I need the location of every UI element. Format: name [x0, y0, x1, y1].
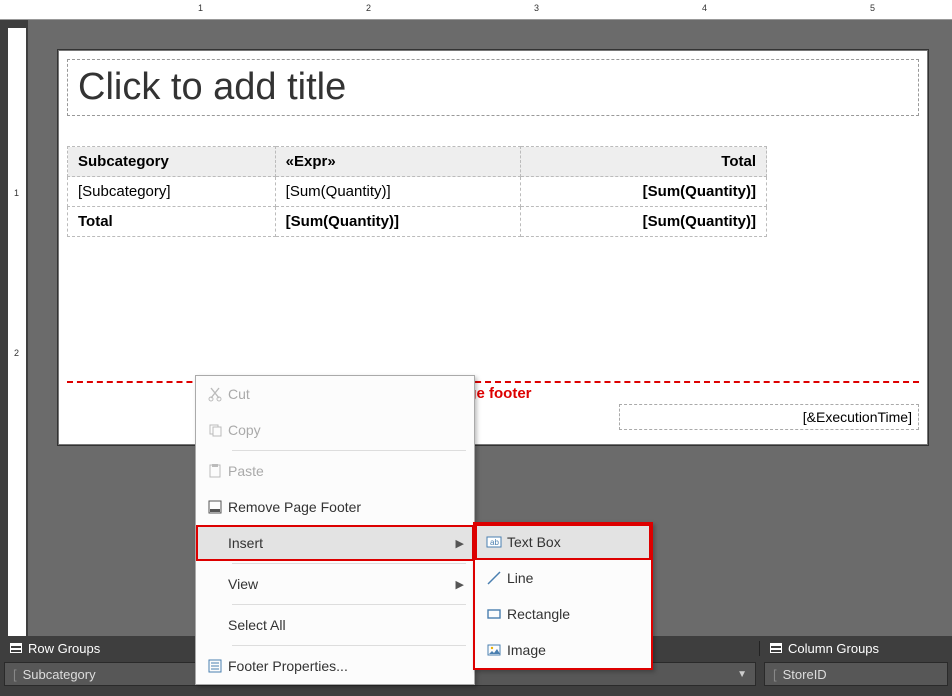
insert-submenu: ab Text Box Line Rectangle Image — [473, 522, 653, 670]
column-group-name: StoreID — [783, 667, 827, 682]
ctx-cut-label: Cut — [228, 386, 464, 402]
textbox-icon: ab — [481, 534, 507, 550]
sub-textbox[interactable]: ab Text Box — [475, 524, 651, 560]
ctx-copy[interactable]: Copy — [196, 412, 474, 448]
line-icon — [481, 570, 507, 586]
matrix-cell-sum2[interactable]: [Sum(Quantity)] — [521, 177, 767, 207]
properties-icon — [202, 658, 228, 674]
ruler-h-5: 5 — [870, 3, 875, 13]
chevron-right-icon: ▶ — [456, 537, 464, 550]
column-groups-header[interactable]: Column Groups — [760, 641, 952, 656]
context-menu: Cut Copy Paste Remove Page Footer Insert… — [195, 375, 475, 685]
ctx-paste-label: Paste — [228, 463, 464, 479]
ctx-remove-footer[interactable]: Remove Page Footer — [196, 489, 474, 525]
sub-rectangle[interactable]: Rectangle — [475, 596, 651, 632]
sub-line-label: Line — [507, 570, 641, 586]
sub-image-label: Image — [507, 642, 641, 658]
sub-image[interactable]: Image — [475, 632, 651, 668]
ctx-sep-3 — [232, 604, 466, 605]
grid-icon — [770, 643, 782, 653]
ctx-remove-label: Remove Page Footer — [228, 499, 464, 515]
ctx-paste[interactable]: Paste — [196, 453, 474, 489]
ctx-view[interactable]: View ▶ — [196, 566, 474, 602]
bracket-icon: [ — [13, 667, 17, 682]
copy-icon — [202, 422, 228, 438]
paste-icon — [202, 463, 228, 479]
matrix-table[interactable]: Subcategory «Expr» Total [Subcategory] [… — [67, 146, 767, 237]
horizontal-ruler: 1 2 3 4 5 — [0, 0, 952, 20]
matrix-col-subcategory[interactable]: Subcategory — [68, 147, 276, 177]
ctx-insert[interactable]: Insert ▶ — [196, 525, 474, 561]
matrix-cell-sum3[interactable]: [Sum(Quantity)] — [275, 207, 521, 237]
execution-time-textbox[interactable]: [&ExecutionTime] — [619, 404, 919, 430]
image-icon — [481, 642, 507, 658]
matrix-row-total[interactable]: Total — [68, 207, 276, 237]
ctx-sep-4 — [232, 645, 466, 646]
sub-textbox-label: Text Box — [507, 534, 641, 550]
row-group-name: Subcategory — [23, 667, 96, 682]
ctx-selectall-label: Select All — [228, 617, 464, 633]
ctx-cut[interactable]: Cut — [196, 376, 474, 412]
sub-line[interactable]: Line — [475, 560, 651, 596]
matrix-col-expr[interactable]: «Expr» — [275, 147, 521, 177]
ruler-h-4: 4 — [702, 3, 707, 13]
ruler-v-1: 1 — [14, 188, 19, 198]
row-groups-label: Row Groups — [28, 641, 100, 656]
matrix-col-total[interactable]: Total — [521, 147, 767, 177]
svg-text:ab: ab — [490, 538, 499, 547]
matrix-cell-subcategory[interactable]: [Subcategory] — [68, 177, 276, 207]
report-page[interactable]: Click to add title Subcategory «Expr» To… — [58, 50, 928, 445]
ctx-copy-label: Copy — [228, 422, 464, 438]
ruler-h-1: 1 — [198, 3, 203, 13]
ctx-insert-label: Insert — [228, 535, 456, 551]
rectangle-icon — [481, 606, 507, 622]
ruler-h-3: 3 — [534, 3, 539, 13]
ruler-h-2: 2 — [366, 3, 371, 13]
column-group-chip[interactable]: [ StoreID — [764, 662, 948, 686]
ctx-view-label: View — [228, 576, 456, 592]
ctx-sep-1 — [232, 450, 466, 451]
matrix-cell-sum4[interactable]: [Sum(Quantity)] — [521, 207, 767, 237]
ruler-v-2: 2 — [14, 348, 19, 358]
bracket-icon: [ — [773, 667, 777, 682]
ctx-footer-properties[interactable]: Footer Properties... — [196, 648, 474, 684]
sub-rect-label: Rectangle — [507, 606, 641, 622]
chevron-right-icon: ▶ — [456, 578, 464, 591]
report-title-placeholder[interactable]: Click to add title — [67, 59, 919, 116]
remove-footer-icon — [202, 499, 228, 515]
chevron-down-icon[interactable]: ▼ — [737, 669, 747, 680]
ctx-select-all[interactable]: Select All — [196, 607, 474, 643]
grid-icon — [10, 643, 22, 653]
ctx-sep-2 — [232, 563, 466, 564]
vertical-ruler: 1 2 — [0, 20, 28, 696]
ctx-props-label: Footer Properties... — [228, 658, 464, 674]
matrix-cell-sum1[interactable]: [Sum(Quantity)] — [275, 177, 521, 207]
cut-icon — [202, 386, 228, 402]
column-groups-label: Column Groups — [788, 641, 879, 656]
